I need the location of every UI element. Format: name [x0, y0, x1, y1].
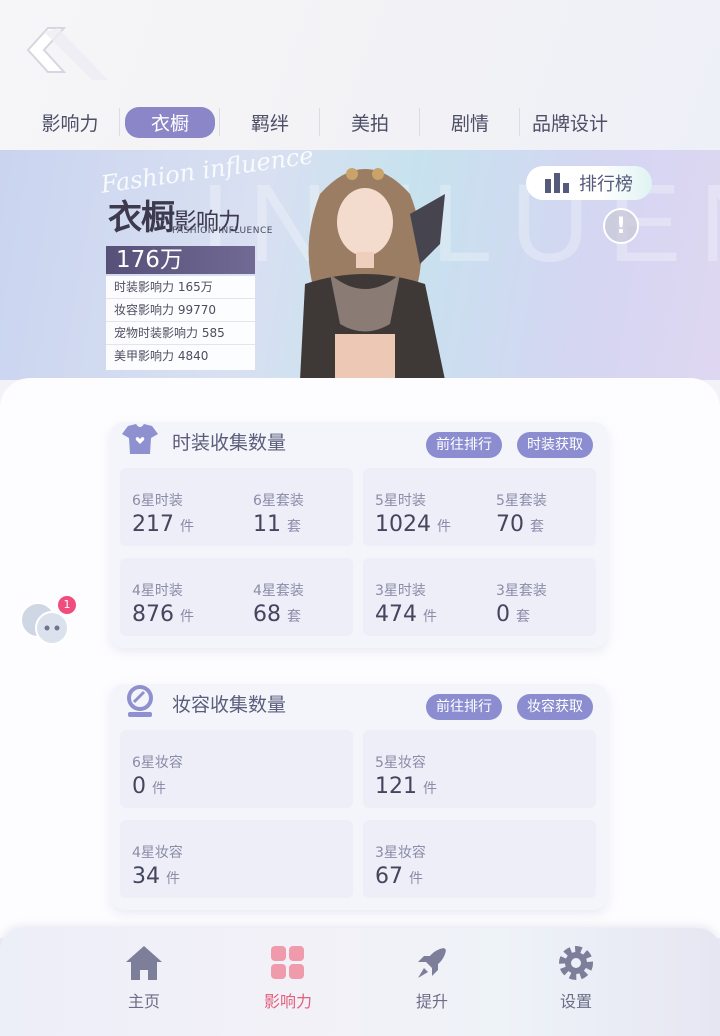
stat-value: 0件 [132, 774, 166, 799]
stat-label: 6星套装 [253, 493, 304, 509]
mirror-icon [127, 685, 153, 717]
info-icon[interactable]: ! [603, 208, 639, 244]
makeup-collection-card: 妆容收集数量 前往排行 妆容获取 6星妆容 0 件 5星妆容 121 件 4星妆容 34 件… [110, 684, 608, 910]
makeup-card-title: 妆容收集数量 [172, 694, 287, 716]
banner-subtitle: FASHION INFLUENCE [172, 226, 273, 236]
tab-wardrobe[interactable]: 衣橱 [120, 104, 220, 140]
stat-label: 4星妆容 [132, 845, 183, 861]
makeup-cell-3star: 3星妆容 67 件 [363, 820, 596, 898]
makeup-cell-6star: 6星妆容 0 件 [120, 730, 353, 808]
stat-label: 4星时装 [132, 583, 183, 599]
stat-value: 217 件 [132, 512, 194, 537]
makeup-stats-grid: 6星妆容 0 件 5星妆容 121 件 4星妆容 34 件 3星妆容 67 件 [120, 730, 596, 898]
fashion-card-header: 时装收集数量 前往排行 时装获取 [110, 422, 608, 472]
influence-banner: INFLUENCE Fashion influence 衣橱影响力 FASHIO… [0, 150, 720, 380]
stat-value: 67 件 [375, 864, 423, 889]
tab-bond[interactable]: 羁绊 [220, 104, 320, 140]
fashion-cell-3star: 3星时装 474 件 3星套装 0 套 [363, 558, 596, 636]
fashion-obtain-button[interactable]: 时装获取 [517, 432, 593, 458]
stat-pet-fashion: 宠物时装影响力 585 [106, 322, 255, 345]
back-arrow-icon [26, 27, 108, 80]
stat-label: 5星妆容 [375, 755, 426, 771]
top-header: 影响力 衣橱 羁绊 美拍 剧情 品牌设计 [0, 0, 720, 150]
makeup-go-rank-button[interactable]: 前往排行 [426, 694, 502, 720]
gear-icon [559, 946, 593, 980]
nav-influence[interactable]: 影响力 [238, 944, 338, 1024]
nav-label: 提升 [415, 992, 448, 1011]
nav-improve[interactable]: 提升 [382, 944, 482, 1024]
tab-photo[interactable]: 美拍 [320, 104, 420, 140]
makeup-obtain-button[interactable]: 妆容获取 [517, 694, 593, 720]
nav-settings[interactable]: 设置 [526, 944, 626, 1024]
nav-label: 设置 [559, 992, 592, 1011]
stat-fashion: 时装影响力 165万 [106, 276, 255, 299]
home-icon [126, 946, 162, 980]
stat-value: 0套 [496, 602, 530, 627]
tab-influence[interactable]: 影响力 [20, 104, 120, 140]
fashion-collection-card: 时装收集数量 前往排行 时装获取 6星时装 217 件 6星套装 11 套 5星时装 10… [110, 422, 608, 648]
stat-value: 121 件 [375, 774, 437, 799]
content-sheet: 时装收集数量 前往排行 时装获取 6星时装 217 件 6星套装 11 套 5星时装 10… [0, 378, 720, 938]
nav-label: 影响力 [263, 992, 312, 1011]
fashion-cell-5star: 5星时装 1024 件 5星套装 70 套 [363, 468, 596, 546]
fashion-stats-grid: 6星时装 217 件 6星套装 11 套 5星时装 1024 件 5星套装 70 套 4星时装 8… [120, 468, 596, 636]
bar-chart-icon [545, 173, 569, 193]
rocket-icon [418, 948, 446, 978]
stat-value: 11 套 [253, 512, 301, 537]
stat-label: 6星时装 [132, 493, 183, 509]
back-button[interactable] [18, 20, 108, 90]
nav-home[interactable]: 主页 [94, 944, 194, 1024]
stat-value: 876 件 [132, 602, 194, 627]
stat-label: 3星套装 [496, 583, 547, 599]
stat-value: 70 套 [496, 512, 544, 537]
stat-value: 474 件 [375, 602, 437, 627]
makeup-cell-4star: 4星妆容 34 件 [120, 820, 353, 898]
grid-icon [271, 946, 304, 979]
fashion-go-rank-button[interactable]: 前往排行 [426, 432, 502, 458]
stat-nail: 美甲影响力 4840 [114, 349, 209, 363]
fashion-card-title: 时装收集数量 [172, 432, 287, 454]
fashion-cell-4star: 4星时装 876 件 4星套装 68 套 [120, 558, 353, 636]
character-portrait [300, 168, 445, 380]
makeup-cell-5star: 5星妆容 121 件 [363, 730, 596, 808]
stat-label: 6星妆容 [132, 755, 183, 771]
makeup-card-header: 妆容收集数量 前往排行 妆容获取 [110, 684, 608, 734]
stat-label: 3星妆容 [375, 845, 426, 861]
bottom-nav: 主页 影响力 提升 设置 [0, 928, 720, 1036]
stat-label: 3星时装 [375, 583, 426, 599]
total-influence: 176万 [106, 246, 255, 274]
stat-label: 5星套装 [496, 493, 547, 509]
tab-bar: 影响力 衣橱 羁绊 美拍 剧情 品牌设计 [20, 104, 720, 140]
stat-value: 34 件 [132, 864, 180, 889]
stat-label: 4星套装 [253, 583, 304, 599]
tshirt-icon [122, 424, 158, 454]
influence-breakdown: 时装影响力 165万 妆容影响力 99770 宠物时装影响力 585 美甲影响力… [106, 276, 255, 370]
tab-brand-design[interactable]: 品牌设计 [520, 104, 620, 140]
stat-makeup: 妆容影响力 99770 [106, 299, 255, 322]
fashion-cell-6star: 6星时装 217 件 6星套装 11 套 [120, 468, 353, 546]
stat-label: 5星时装 [375, 493, 426, 509]
nav-label: 主页 [127, 992, 160, 1011]
tab-story[interactable]: 剧情 [420, 104, 520, 140]
notification-badge: 1 [58, 596, 76, 614]
stat-value: 1024 件 [375, 512, 451, 537]
leaderboard-button[interactable]: 排行榜 [526, 166, 652, 200]
stat-value: 68 套 [253, 602, 301, 627]
